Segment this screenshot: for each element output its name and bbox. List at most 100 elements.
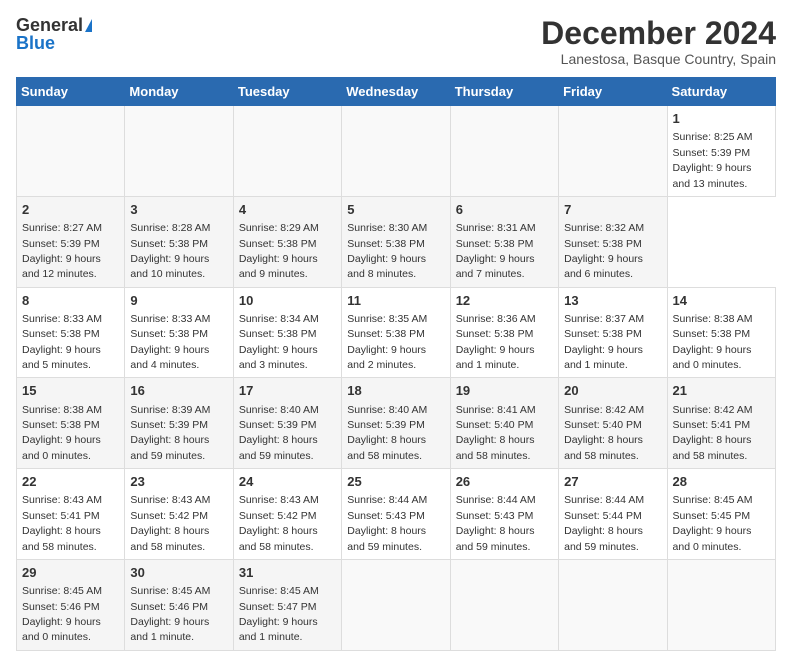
daylight-info: Daylight: 9 hours and 2 minutes. bbox=[347, 344, 426, 371]
sunset-info: Sunset: 5:38 PM bbox=[239, 238, 317, 250]
calendar-body: 1 Sunrise: 8:25 AM Sunset: 5:39 PM Dayli… bbox=[17, 106, 776, 651]
day-number: 19 bbox=[456, 382, 553, 400]
day-number: 1 bbox=[673, 110, 770, 128]
sunrise-info: Sunrise: 8:42 AM bbox=[564, 404, 644, 416]
day-of-week-header: Saturday bbox=[667, 78, 775, 106]
day-number: 25 bbox=[347, 473, 444, 491]
daylight-info: Daylight: 8 hours and 58 minutes. bbox=[456, 434, 535, 461]
calendar-week-row: 22 Sunrise: 8:43 AM Sunset: 5:41 PM Dayl… bbox=[17, 469, 776, 560]
calendar-cell: 15 Sunrise: 8:38 AM Sunset: 5:38 PM Dayl… bbox=[17, 378, 125, 469]
day-number: 6 bbox=[456, 201, 553, 219]
sunset-info: Sunset: 5:46 PM bbox=[130, 601, 208, 613]
day-number: 11 bbox=[347, 292, 444, 310]
sunset-info: Sunset: 5:38 PM bbox=[22, 328, 100, 340]
day-number: 13 bbox=[564, 292, 661, 310]
sunset-info: Sunset: 5:38 PM bbox=[130, 238, 208, 250]
day-of-week-header: Thursday bbox=[450, 78, 558, 106]
sunrise-info: Sunrise: 8:43 AM bbox=[239, 494, 319, 506]
calendar-cell: 25 Sunrise: 8:44 AM Sunset: 5:43 PM Dayl… bbox=[342, 469, 450, 560]
daylight-info: Daylight: 8 hours and 59 minutes. bbox=[239, 434, 318, 461]
sunset-info: Sunset: 5:38 PM bbox=[673, 328, 751, 340]
calendar-cell bbox=[667, 559, 775, 650]
calendar-cell bbox=[233, 106, 341, 197]
daylight-info: Daylight: 9 hours and 9 minutes. bbox=[239, 253, 318, 280]
day-number: 31 bbox=[239, 564, 336, 582]
title-area: December 2024 Lanestosa, Basque Country,… bbox=[541, 16, 776, 67]
calendar-week-row: 2 Sunrise: 8:27 AM Sunset: 5:39 PM Dayli… bbox=[17, 196, 776, 287]
daylight-info: Daylight: 9 hours and 1 minute. bbox=[564, 344, 643, 371]
day-number: 4 bbox=[239, 201, 336, 219]
calendar-cell: 5 Sunrise: 8:30 AM Sunset: 5:38 PM Dayli… bbox=[342, 196, 450, 287]
sunrise-info: Sunrise: 8:43 AM bbox=[130, 494, 210, 506]
sunrise-info: Sunrise: 8:37 AM bbox=[564, 313, 644, 325]
day-number: 26 bbox=[456, 473, 553, 491]
daylight-info: Daylight: 8 hours and 58 minutes. bbox=[239, 525, 318, 552]
sunrise-info: Sunrise: 8:29 AM bbox=[239, 222, 319, 234]
daylight-info: Daylight: 9 hours and 0 minutes. bbox=[22, 616, 101, 643]
sunset-info: Sunset: 5:38 PM bbox=[239, 328, 317, 340]
calendar-cell: 10 Sunrise: 8:34 AM Sunset: 5:38 PM Dayl… bbox=[233, 287, 341, 378]
sunset-info: Sunset: 5:39 PM bbox=[130, 419, 208, 431]
sunset-info: Sunset: 5:38 PM bbox=[347, 238, 425, 250]
daylight-info: Daylight: 8 hours and 59 minutes. bbox=[130, 434, 209, 461]
sunrise-info: Sunrise: 8:45 AM bbox=[673, 494, 753, 506]
sunset-info: Sunset: 5:40 PM bbox=[564, 419, 642, 431]
calendar-cell: 2 Sunrise: 8:27 AM Sunset: 5:39 PM Dayli… bbox=[17, 196, 125, 287]
calendar-week-row: 29 Sunrise: 8:45 AM Sunset: 5:46 PM Dayl… bbox=[17, 559, 776, 650]
sunset-info: Sunset: 5:38 PM bbox=[22, 419, 100, 431]
logo: General Blue bbox=[16, 16, 92, 52]
sunrise-info: Sunrise: 8:44 AM bbox=[564, 494, 644, 506]
calendar-cell bbox=[17, 106, 125, 197]
calendar-cell: 29 Sunrise: 8:45 AM Sunset: 5:46 PM Dayl… bbox=[17, 559, 125, 650]
calendar-cell: 11 Sunrise: 8:35 AM Sunset: 5:38 PM Dayl… bbox=[342, 287, 450, 378]
sunrise-info: Sunrise: 8:28 AM bbox=[130, 222, 210, 234]
calendar-cell bbox=[450, 559, 558, 650]
calendar-cell: 1 Sunrise: 8:25 AM Sunset: 5:39 PM Dayli… bbox=[667, 106, 775, 197]
calendar-cell bbox=[559, 559, 667, 650]
calendar-cell: 30 Sunrise: 8:45 AM Sunset: 5:46 PM Dayl… bbox=[125, 559, 233, 650]
sunset-info: Sunset: 5:44 PM bbox=[564, 510, 642, 522]
calendar-week-row: 8 Sunrise: 8:33 AM Sunset: 5:38 PM Dayli… bbox=[17, 287, 776, 378]
sunrise-info: Sunrise: 8:45 AM bbox=[130, 585, 210, 597]
sunrise-info: Sunrise: 8:38 AM bbox=[673, 313, 753, 325]
day-number: 17 bbox=[239, 382, 336, 400]
day-of-week-header: Tuesday bbox=[233, 78, 341, 106]
day-number: 24 bbox=[239, 473, 336, 491]
sunrise-info: Sunrise: 8:45 AM bbox=[239, 585, 319, 597]
day-number: 7 bbox=[564, 201, 661, 219]
sunset-info: Sunset: 5:43 PM bbox=[347, 510, 425, 522]
sunset-info: Sunset: 5:46 PM bbox=[22, 601, 100, 613]
daylight-info: Daylight: 8 hours and 58 minutes. bbox=[673, 434, 752, 461]
sunset-info: Sunset: 5:39 PM bbox=[239, 419, 317, 431]
calendar-cell: 13 Sunrise: 8:37 AM Sunset: 5:38 PM Dayl… bbox=[559, 287, 667, 378]
sunrise-info: Sunrise: 8:42 AM bbox=[673, 404, 753, 416]
sunrise-info: Sunrise: 8:25 AM bbox=[673, 131, 753, 143]
calendar-cell: 20 Sunrise: 8:42 AM Sunset: 5:40 PM Dayl… bbox=[559, 378, 667, 469]
logo-general: General bbox=[16, 16, 83, 34]
daylight-info: Daylight: 8 hours and 59 minutes. bbox=[347, 525, 426, 552]
calendar-cell: 27 Sunrise: 8:44 AM Sunset: 5:44 PM Dayl… bbox=[559, 469, 667, 560]
daylight-info: Daylight: 8 hours and 58 minutes. bbox=[22, 525, 101, 552]
calendar: SundayMondayTuesdayWednesdayThursdayFrid… bbox=[16, 77, 776, 651]
calendar-cell bbox=[342, 559, 450, 650]
daylight-info: Daylight: 9 hours and 3 minutes. bbox=[239, 344, 318, 371]
calendar-cell: 24 Sunrise: 8:43 AM Sunset: 5:42 PM Dayl… bbox=[233, 469, 341, 560]
sunrise-info: Sunrise: 8:44 AM bbox=[456, 494, 536, 506]
sunrise-info: Sunrise: 8:32 AM bbox=[564, 222, 644, 234]
sunset-info: Sunset: 5:38 PM bbox=[347, 328, 425, 340]
daylight-info: Daylight: 8 hours and 58 minutes. bbox=[347, 434, 426, 461]
calendar-header-row: SundayMondayTuesdayWednesdayThursdayFrid… bbox=[17, 78, 776, 106]
sunrise-info: Sunrise: 8:27 AM bbox=[22, 222, 102, 234]
calendar-cell: 22 Sunrise: 8:43 AM Sunset: 5:41 PM Dayl… bbox=[17, 469, 125, 560]
sunset-info: Sunset: 5:42 PM bbox=[239, 510, 317, 522]
sunrise-info: Sunrise: 8:40 AM bbox=[347, 404, 427, 416]
sunrise-info: Sunrise: 8:43 AM bbox=[22, 494, 102, 506]
calendar-cell: 14 Sunrise: 8:38 AM Sunset: 5:38 PM Dayl… bbox=[667, 287, 775, 378]
day-of-week-header: Sunday bbox=[17, 78, 125, 106]
calendar-cell: 4 Sunrise: 8:29 AM Sunset: 5:38 PM Dayli… bbox=[233, 196, 341, 287]
day-number: 18 bbox=[347, 382, 444, 400]
daylight-info: Daylight: 8 hours and 59 minutes. bbox=[564, 525, 643, 552]
day-number: 27 bbox=[564, 473, 661, 491]
calendar-cell: 18 Sunrise: 8:40 AM Sunset: 5:39 PM Dayl… bbox=[342, 378, 450, 469]
daylight-info: Daylight: 9 hours and 8 minutes. bbox=[347, 253, 426, 280]
